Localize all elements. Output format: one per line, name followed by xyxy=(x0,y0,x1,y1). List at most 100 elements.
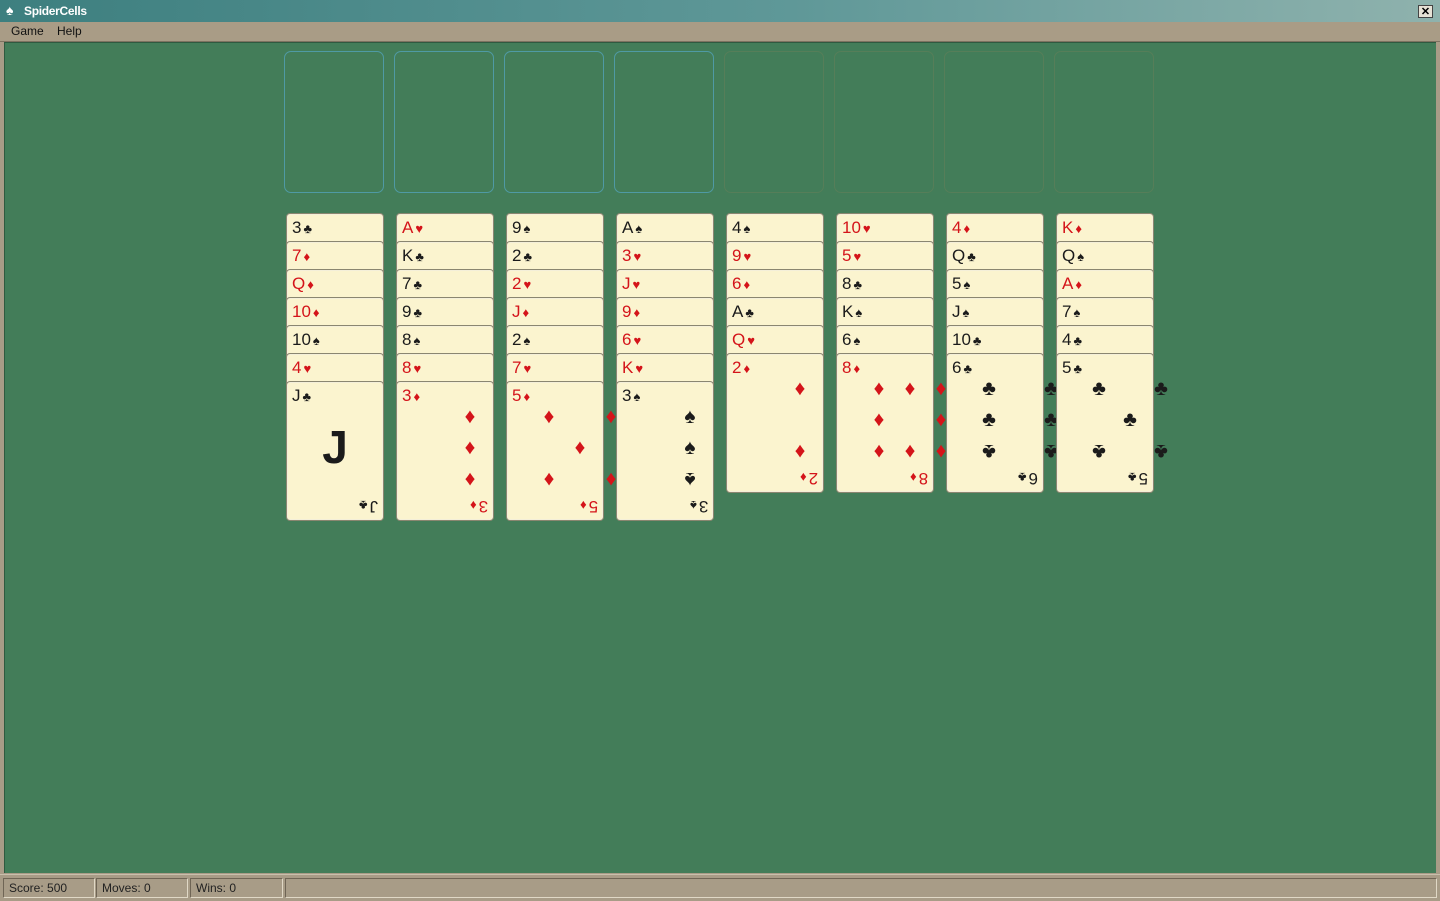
card-index-bottom: 3♦ xyxy=(470,495,488,516)
card-index: A ♠ xyxy=(622,218,642,239)
card-suit-icon: ♠ xyxy=(1077,249,1085,264)
free-cell[interactable] xyxy=(284,51,384,193)
card-index: Q ♥ xyxy=(732,330,755,351)
playing-card[interactable]: 5 ♣ 5♣ ♣ ♣ ♣ ♣ ♣ xyxy=(1056,353,1168,493)
card-rank: 5 xyxy=(588,497,598,516)
card-pip-icon: ♦ xyxy=(873,440,885,463)
card-suit-icon: ♣ xyxy=(1073,333,1082,348)
spade-icon: ♠ xyxy=(6,2,14,18)
card-suit-icon: ♥ xyxy=(633,333,642,348)
card-suit-icon: ♦ xyxy=(469,498,477,513)
card-rank: J xyxy=(369,497,379,516)
card-index: Q ♠ xyxy=(1062,246,1084,267)
card-rank: Q xyxy=(732,330,746,349)
menu-game[interactable]: Game xyxy=(11,24,44,38)
card-pip-icon: ♣ xyxy=(1123,408,1137,431)
card-pip-icon: ♠ xyxy=(684,468,696,491)
card-pip-icon: ♦ xyxy=(574,436,586,459)
card-suit-icon: ♣ xyxy=(302,389,312,404)
menu-help[interactable]: Help xyxy=(57,24,82,38)
card-suit-icon: ♥ xyxy=(415,221,424,236)
card-rank: K xyxy=(402,246,414,265)
card-pip-icon: ♦ xyxy=(873,408,885,431)
card-rank: 9 xyxy=(512,218,522,237)
card-rank: 5 xyxy=(512,386,522,405)
card-suit-icon: ♦ xyxy=(579,498,587,513)
card-pip-icon: ♦ xyxy=(543,405,555,428)
card-index: 7 ♥ xyxy=(512,358,531,379)
face-card-letter: J xyxy=(322,421,348,473)
card-index: 4 ♠ xyxy=(732,218,750,239)
card-suit-icon: ♠ xyxy=(413,333,421,348)
card-index: 6 ♦ xyxy=(732,274,750,295)
card-index: J ♠ xyxy=(952,302,969,323)
card-suit-icon: ♥ xyxy=(523,361,532,376)
card-index: 2 ♥ xyxy=(512,274,531,295)
card-suit-icon: ♦ xyxy=(303,249,311,264)
card-index: 6 ♥ xyxy=(622,330,641,351)
card-index: 3 ♣ xyxy=(292,218,312,239)
card-rank: J xyxy=(512,302,521,321)
card-index: J ♣ xyxy=(292,386,311,407)
card-suit-icon: ♠ xyxy=(312,333,320,348)
playing-card[interactable]: 5 ♦ 5♦ ♦ ♦ ♦ ♦ ♦ xyxy=(506,381,616,521)
card-index-bottom: 8♦ xyxy=(910,467,928,488)
card-rank: 3 xyxy=(478,497,488,516)
free-cell[interactable] xyxy=(504,51,604,193)
card-rank: 8 xyxy=(402,330,412,349)
card-rank: 2 xyxy=(732,358,742,377)
card-pip-icon: ♦ xyxy=(464,468,476,491)
card-suit-icon: ♥ xyxy=(413,361,422,376)
card-suit-icon: ♠ xyxy=(1073,305,1081,320)
card-rank: 2 xyxy=(512,246,522,265)
card-rank: 6 xyxy=(952,358,962,377)
playing-card[interactable]: 8 ♦ 8♦ ♦ ♦ ♦ ♦ ♦ ♦ ♦ ♦ xyxy=(836,353,946,493)
card-rank: 7 xyxy=(402,274,412,293)
playing-card[interactable]: 3 ♠ 3♠ ♠ ♠ ♠ xyxy=(616,381,714,521)
card-rank: 8 xyxy=(402,358,412,377)
card-rank: 5 xyxy=(1138,469,1148,488)
playing-card[interactable]: 6 ♣ 6♣ ♣ ♣ ♣ ♣ ♣ ♣ xyxy=(946,353,1058,493)
card-pip-icon: ♠ xyxy=(684,405,696,428)
score-display: Score: 500 xyxy=(3,878,95,898)
card-index: A ♣ xyxy=(732,302,754,323)
card-rank: 6 xyxy=(1028,469,1038,488)
playing-card[interactable]: J ♣ J♣ J xyxy=(286,381,384,521)
card-rank: 4 xyxy=(1062,330,1072,349)
card-rank: 10 xyxy=(952,330,971,349)
playing-card[interactable]: 3 ♦ 3♦ ♦ ♦ ♦ xyxy=(396,381,494,521)
card-rank: A xyxy=(622,218,634,237)
card-rank: 8 xyxy=(918,469,928,488)
card-rank: 8 xyxy=(842,358,852,377)
card-pip-icon: ♦ xyxy=(464,405,476,428)
moves-display: Moves: 0 xyxy=(96,878,188,898)
card-suit-icon: ♣ xyxy=(413,277,422,292)
card-suit-icon: ♦ xyxy=(743,277,751,292)
card-index: K ♦ xyxy=(1062,218,1082,239)
free-cell[interactable] xyxy=(394,51,494,193)
card-rank: 5 xyxy=(952,274,962,293)
card-index: 7 ♣ xyxy=(402,274,422,295)
close-button[interactable]: ✕ xyxy=(1418,5,1433,18)
foundation-pile[interactable] xyxy=(724,51,824,193)
card-rank: 4 xyxy=(292,358,302,377)
card-pip-icon: ♣ xyxy=(1092,440,1106,463)
card-rank: 9 xyxy=(622,302,632,321)
card-rank: Q xyxy=(952,246,966,265)
card-index: 6 ♠ xyxy=(842,330,860,351)
card-rank: 3 xyxy=(622,246,632,265)
card-rank: 3 xyxy=(622,386,632,405)
card-rank: J xyxy=(292,386,301,405)
playing-card[interactable]: 2 ♦ 2♦ ♦ ♦ xyxy=(726,353,824,493)
card-suit-icon: ♣ xyxy=(523,249,532,264)
card-index: 2 ♦ xyxy=(732,358,750,379)
card-suit-icon: ♦ xyxy=(413,389,421,404)
card-suit-icon: ♦ xyxy=(909,470,917,485)
free-cell[interactable] xyxy=(614,51,714,193)
card-rank: 7 xyxy=(512,358,522,377)
card-suit-icon: ♠ xyxy=(633,389,641,404)
foundation-pile[interactable] xyxy=(944,51,1044,193)
foundation-pile[interactable] xyxy=(1054,51,1154,193)
card-suit-icon: ♥ xyxy=(635,361,644,376)
foundation-pile[interactable] xyxy=(834,51,934,193)
